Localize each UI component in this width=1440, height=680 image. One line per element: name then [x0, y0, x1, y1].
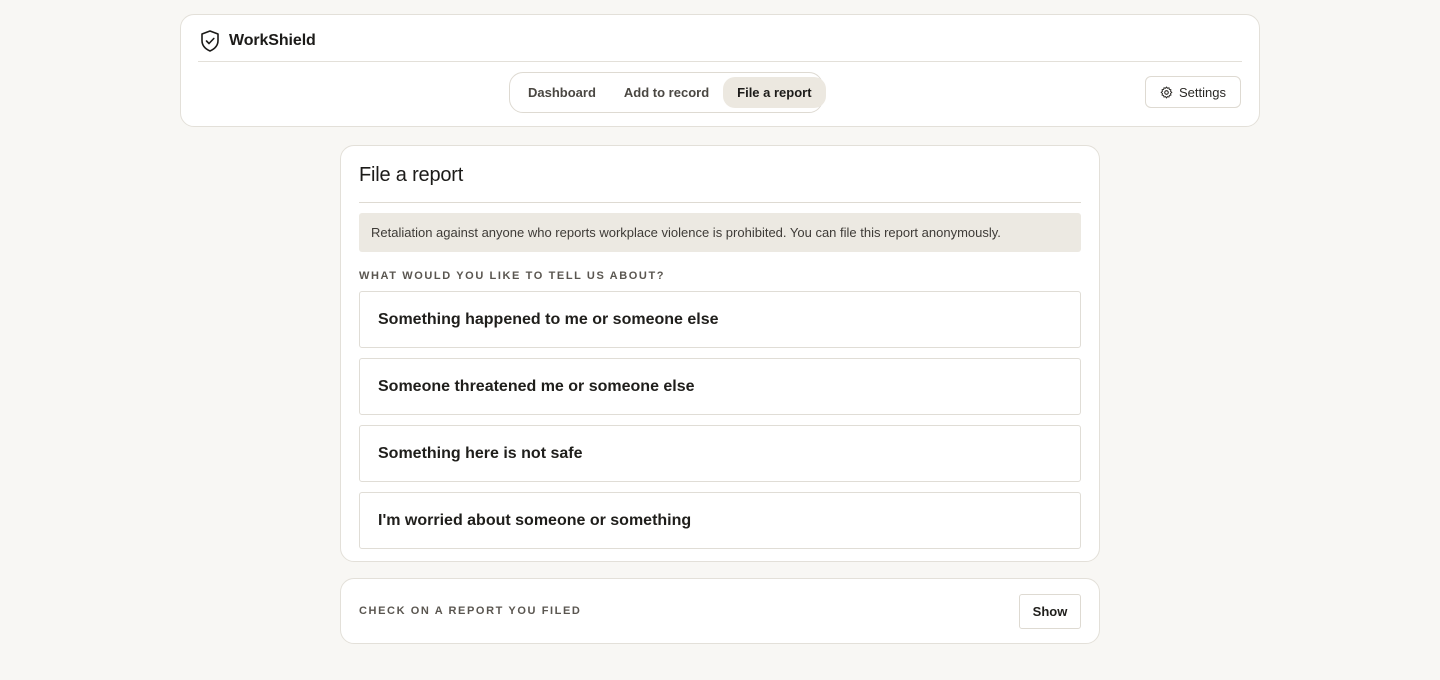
report-type-options: Something happened to me or someone else… — [359, 291, 1081, 549]
option-not-safe[interactable]: Something here is not safe — [359, 425, 1081, 482]
tab-dashboard[interactable]: Dashboard — [514, 77, 610, 108]
settings-button[interactable]: Settings — [1145, 76, 1241, 108]
report-type-heading: WHAT WOULD YOU LIKE TO TELL US ABOUT? — [359, 270, 666, 282]
option-something-happened[interactable]: Something happened to me or someone else — [359, 291, 1081, 348]
option-worried[interactable]: I'm worried about someone or something — [359, 492, 1081, 549]
tab-add-to-record[interactable]: Add to record — [610, 77, 723, 108]
shield-check-icon — [201, 30, 219, 52]
check-report-card: CHECK ON A REPORT YOU FILED Show — [340, 578, 1100, 644]
header-divider — [198, 61, 1242, 62]
brand-name: WorkShield — [229, 32, 316, 49]
brand[interactable]: WorkShield — [199, 29, 316, 53]
app-header: WorkShield Dashboard Add to record File … — [180, 14, 1260, 127]
option-someone-threatened[interactable]: Someone threatened me or someone else — [359, 358, 1081, 415]
tab-file-a-report[interactable]: File a report — [723, 77, 826, 108]
report-card: File a report Retaliation against anyone… — [340, 145, 1100, 562]
title-divider — [359, 202, 1081, 203]
show-button[interactable]: Show — [1019, 594, 1081, 629]
check-report-label: CHECK ON A REPORT YOU FILED — [359, 605, 582, 617]
settings-label: Settings — [1179, 84, 1226, 100]
anti-retaliation-notice: Retaliation against anyone who reports w… — [359, 213, 1081, 252]
gear-icon — [1160, 85, 1173, 98]
page-title: File a report — [359, 164, 464, 186]
main-nav: Dashboard Add to record File a report — [509, 72, 826, 113]
